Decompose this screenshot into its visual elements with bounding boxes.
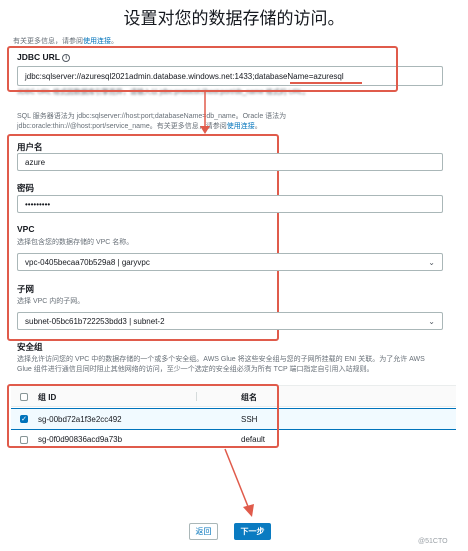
- jdbc-syntax-help-line1: SQL 服务器语法为 jdbc:sqlserver://host:port;da…: [17, 113, 287, 120]
- back-button[interactable]: 返回: [189, 523, 218, 540]
- security-group-help: 选择允许访问您的 VPC 中的数据存储的一个或多个安全组。AWS Glue 将这…: [17, 355, 457, 375]
- username-input[interactable]: azure: [17, 153, 443, 171]
- jdbc-syntax-help: SQL 服务器语法为 jdbc:sqlserver://host:port;da…: [17, 112, 447, 132]
- password-label: 密码: [17, 183, 35, 193]
- password-value: •••••••••: [25, 199, 51, 209]
- annotation-arrow-bottom: [224, 448, 254, 517]
- password-input[interactable]: •••••••••: [17, 195, 443, 213]
- vpc-value: vpc-0405becaa70b529a8 | garyvpc: [25, 257, 150, 267]
- watermark: @51CTO: [418, 538, 448, 545]
- vpc-select[interactable]: vpc-0405becaa70b529a8 | garyvpc ⌄: [17, 253, 443, 271]
- annotation-box-jdbc: [7, 46, 398, 92]
- security-group-label: 安全组: [17, 342, 43, 352]
- jdbc-syntax-help-line2: jdbc:oracle:thin://@host:port/service_na…: [17, 122, 447, 132]
- chevron-down-icon: ⌄: [428, 257, 435, 267]
- jdbc-syntax-suffix: 。: [254, 123, 262, 130]
- vpc-help: 选择包含您的数据存储的 VPC 名称。: [17, 239, 134, 246]
- subnet-select[interactable]: subnet-05bc61b722253bdd3 | subnet-2 ⌄: [17, 312, 443, 330]
- subnet-label: 子网: [17, 284, 35, 294]
- info-prefix: 有关更多信息，请参阅: [13, 38, 83, 45]
- next-button[interactable]: 下一步: [234, 523, 271, 540]
- annotation-arrow-top: [200, 90, 210, 134]
- security-group-help-line2: Glue 组件进行通信且同时阻止其他网络的访问，至少一个选定的安全组必须为所有 …: [17, 366, 374, 373]
- security-group-help-line1: 选择允许访问您的 VPC 中的数据存储的一个或多个安全组。AWS Glue 将这…: [17, 356, 425, 363]
- info-suffix: 。: [111, 38, 118, 45]
- page-title: 设置对您的数据存储的访问。: [123, 9, 345, 28]
- username-value: azure: [25, 157, 46, 167]
- annotation-box-security-group: [7, 384, 279, 448]
- info-link[interactable]: 使用连接: [83, 38, 111, 45]
- vpc-label: VPC: [17, 224, 35, 234]
- jdbc-syntax-link[interactable]: 使用连接: [227, 123, 255, 130]
- subnet-value: subnet-05bc61b722253bdd3 | subnet-2: [25, 316, 165, 326]
- subnet-help: 选择 VPC 内的子网。: [17, 298, 85, 305]
- chevron-down-icon: ⌄: [428, 316, 435, 326]
- username-label: 用户名: [17, 142, 43, 152]
